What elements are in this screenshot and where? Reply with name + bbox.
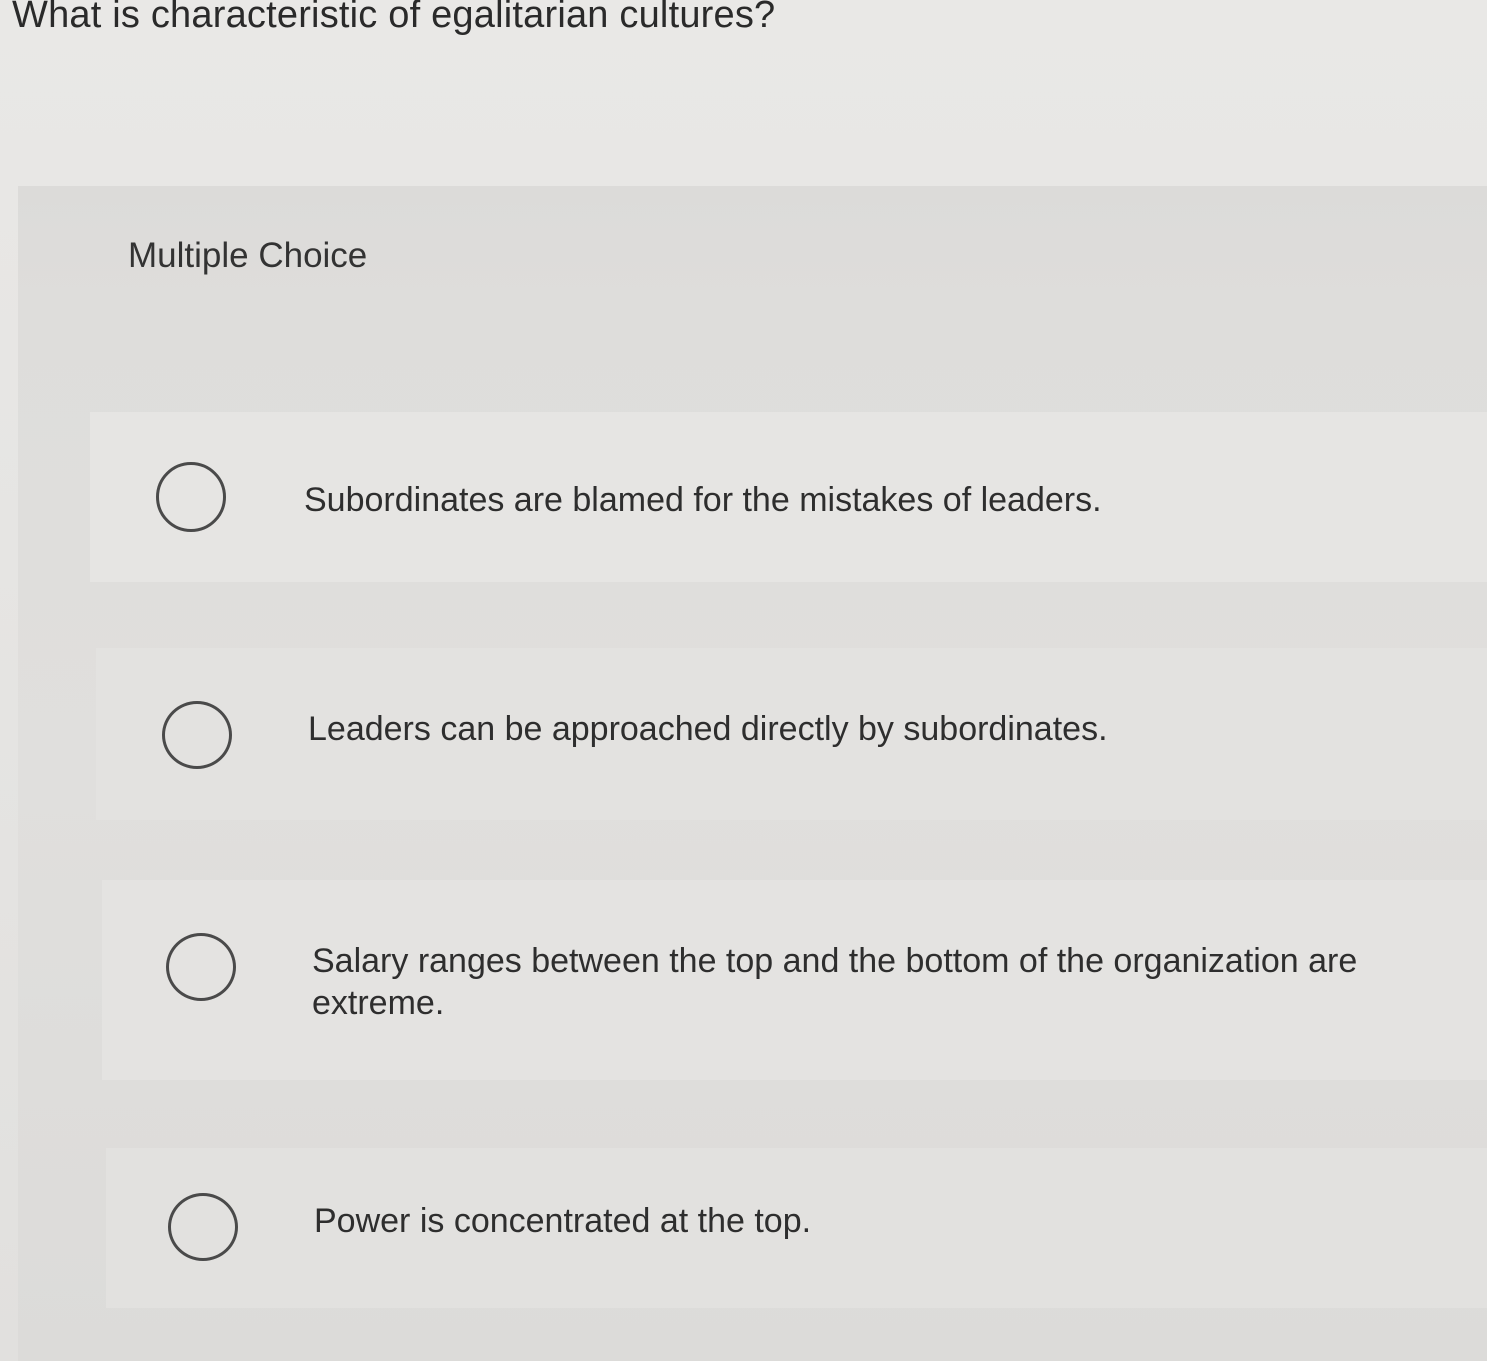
choice-option-4[interactable]: Power is concentrated at the top. bbox=[106, 1148, 1487, 1308]
choice-label[interactable]: Salary ranges between the top and the bo… bbox=[312, 940, 1452, 1024]
choice-option-1[interactable]: Subordinates are blamed for the mistakes… bbox=[90, 412, 1487, 582]
question-title: What is characteristic of egalitarian cu… bbox=[12, 0, 776, 36]
question-panel: Multiple Choice Subordinates are blamed … bbox=[18, 186, 1487, 1361]
choice-option-2[interactable]: Leaders can be approached directly by su… bbox=[96, 648, 1487, 820]
choice-label[interactable]: Power is concentrated at the top. bbox=[314, 1200, 811, 1242]
radio-button-icon[interactable] bbox=[162, 701, 232, 769]
choice-label[interactable]: Subordinates are blamed for the mistakes… bbox=[304, 479, 1102, 521]
choice-list: Subordinates are blamed for the mistakes… bbox=[18, 186, 1487, 1361]
choice-label[interactable]: Leaders can be approached directly by su… bbox=[308, 708, 1108, 750]
choice-option-3[interactable]: Salary ranges between the top and the bo… bbox=[102, 880, 1487, 1080]
radio-button-icon[interactable] bbox=[166, 933, 236, 1001]
radio-button-icon[interactable] bbox=[168, 1193, 238, 1261]
radio-button-icon[interactable] bbox=[156, 462, 226, 532]
